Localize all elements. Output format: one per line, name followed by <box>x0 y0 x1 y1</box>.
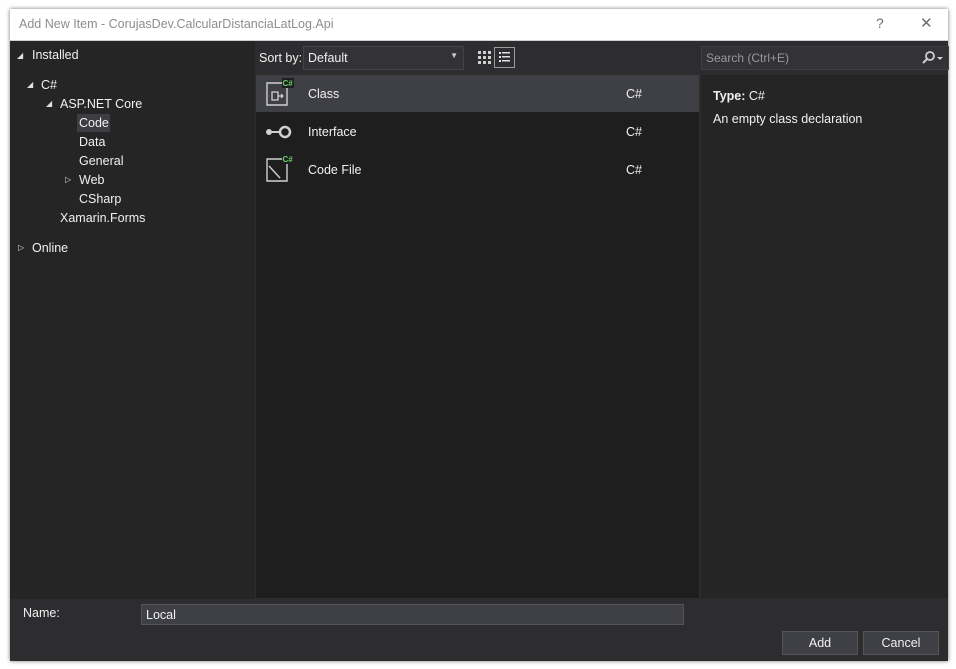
footer: Name: Add Cancel <box>10 599 948 661</box>
tree-item-installed[interactable]: Installed <box>32 48 79 62</box>
svg-text:C#: C# <box>283 79 294 88</box>
template-name: Class <box>308 87 340 101</box>
template-list: C# Class C# Interface C# C# Code File C# <box>256 75 699 598</box>
template-name: Interface <box>308 125 357 139</box>
type-value: C# <box>748 89 765 103</box>
add-new-item-dialog: Add New Item - CorujasDev.CalcularDistan… <box>10 9 949 661</box>
code-file-icon: C# <box>266 154 294 182</box>
tree-item-aspnetcore[interactable]: ASP.NET Core <box>60 97 142 111</box>
name-field[interactable] <box>141 604 684 625</box>
category-tree: ◢ Installed ◢ C# ◢ ASP.NET Core Code Dat… <box>10 41 255 599</box>
template-item-class[interactable]: C# Class C# <box>256 75 699 112</box>
tree-item-csharp-sub[interactable]: CSharp <box>79 192 121 206</box>
tree-item-data[interactable]: Data <box>79 135 105 149</box>
grid-view-icon <box>478 51 491 64</box>
svg-text:C#: C# <box>283 155 294 164</box>
window-title: Add New Item - CorujasDev.CalcularDistan… <box>19 17 334 31</box>
details-panel: Type: C# An empty class declaration <box>701 75 948 598</box>
sort-label: Sort by: <box>259 51 303 65</box>
search-box[interactable]: Search (Ctrl+E) <box>701 46 949 70</box>
tree-item-online[interactable]: Online <box>32 241 68 255</box>
list-view-icon <box>499 52 510 62</box>
template-language: C# <box>626 125 642 139</box>
tree-item-csharp[interactable]: C# <box>41 78 57 92</box>
name-label: Name: <box>23 606 60 620</box>
cancel-button[interactable]: Cancel <box>863 631 939 655</box>
interface-icon <box>266 125 292 139</box>
template-item-interface[interactable]: Interface C# <box>256 113 699 150</box>
tree-item-xamarin-forms[interactable]: Xamarin.Forms <box>60 211 145 225</box>
tree-item-web[interactable]: Web <box>79 173 104 187</box>
sort-value: Default <box>308 51 348 65</box>
expanded-triangle-icon[interactable]: ◢ <box>17 51 23 60</box>
details-description: An empty class declaration <box>713 112 863 126</box>
sort-dropdown[interactable]: Default ▼ <box>303 46 464 70</box>
class-icon: C# <box>266 78 294 106</box>
chevron-down-icon: ▼ <box>450 51 458 60</box>
template-item-code-file[interactable]: C# Code File C# <box>256 151 699 188</box>
expanded-triangle-icon[interactable]: ◢ <box>46 99 52 108</box>
add-button[interactable]: Add <box>782 631 858 655</box>
details-type: Type: C# <box>713 89 765 103</box>
template-language: C# <box>626 163 642 177</box>
tree-item-code[interactable]: Code <box>79 116 109 130</box>
template-language: C# <box>626 87 642 101</box>
collapsed-triangle-icon[interactable]: ▷ <box>65 175 71 184</box>
type-label: Type: <box>713 89 746 103</box>
template-name: Code File <box>308 163 362 177</box>
search-placeholder: Search (Ctrl+E) <box>706 51 790 65</box>
list-view-button[interactable] <box>494 47 515 68</box>
title-bar: Add New Item - CorujasDev.CalcularDistan… <box>10 9 948 41</box>
sort-bar: Sort by: Default ▼ <box>258 41 699 76</box>
small-icons-view-button[interactable] <box>475 48 495 68</box>
help-button[interactable]: ? <box>876 15 884 31</box>
collapsed-triangle-icon[interactable]: ▷ <box>18 243 24 252</box>
search-icon[interactable] <box>918 49 944 67</box>
close-button[interactable]: ✕ <box>920 14 933 32</box>
expanded-triangle-icon[interactable]: ◢ <box>27 80 33 89</box>
tree-item-general[interactable]: General <box>79 154 123 168</box>
